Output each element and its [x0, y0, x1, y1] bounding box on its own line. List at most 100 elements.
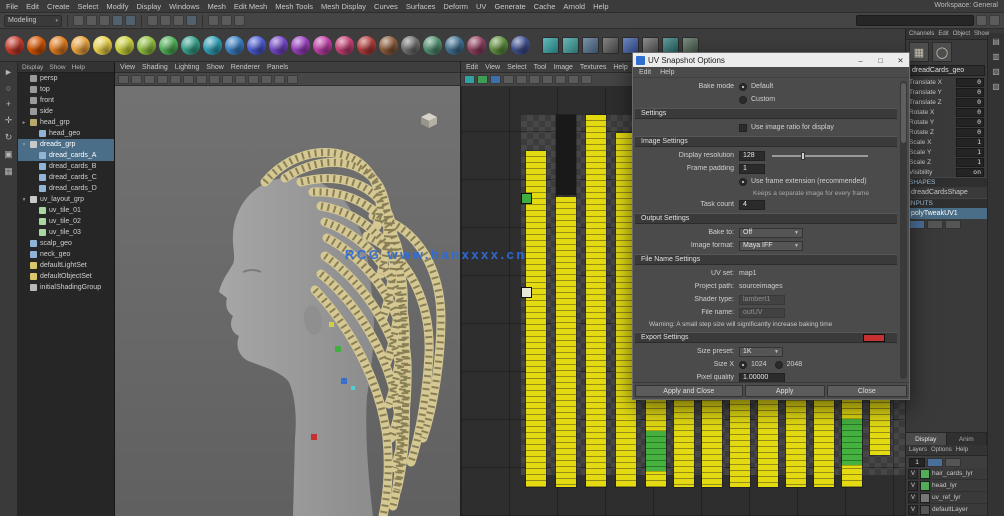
viewport-menu-item[interactable]: Show: [206, 64, 224, 71]
size-2048-radio[interactable]: [775, 361, 783, 369]
slider-handle[interactable]: [801, 152, 805, 160]
scrollbar-thumb[interactable]: [901, 83, 906, 143]
viewport-menu-item[interactable]: View: [120, 64, 135, 71]
shelf-sphere-icon[interactable]: [247, 36, 266, 55]
menu-item[interactable]: Create: [47, 2, 70, 11]
menu-item[interactable]: Windows: [169, 2, 199, 11]
outliner-menu-item[interactable]: Display: [22, 64, 43, 71]
task-field[interactable]: 4: [739, 200, 765, 210]
channel-row[interactable]: Visibility on: [906, 167, 987, 177]
shelf-sphere-icon[interactable]: [71, 36, 90, 55]
shelf-sphere-icon[interactable]: [27, 36, 46, 55]
channel-box-menu-item[interactable]: Channels: [909, 31, 934, 37]
shelf-sphere-icon[interactable]: [423, 36, 442, 55]
shelf-tool-icon[interactable]: [542, 37, 559, 54]
uv-shell-strip[interactable]: [556, 115, 576, 195]
outliner-item[interactable]: uv_tile_01: [18, 205, 114, 216]
channel-value[interactable]: 0: [956, 78, 984, 87]
size-1024-radio[interactable]: [739, 361, 747, 369]
layer-color-chip[interactable]: [920, 505, 930, 515]
outliner-item[interactable]: ▾ dreads_grp: [18, 139, 114, 150]
shelf-tool-icon[interactable]: [622, 37, 639, 54]
viewport-toolbar-icon[interactable]: [235, 75, 246, 84]
quick-selection-input[interactable]: [856, 15, 974, 26]
uv-toolbar-icon[interactable]: [542, 75, 553, 84]
viewport-toolbar-icon[interactable]: [248, 75, 259, 84]
outliner-item[interactable]: dread_cards_D: [18, 183, 114, 194]
shelf-sphere-icon[interactable]: [269, 36, 288, 55]
uv-menu-item[interactable]: Image: [553, 64, 572, 71]
uv-shell-strip[interactable]: [556, 197, 576, 487]
dialog-titlebar[interactable]: UV Snapshot Options – □ ✕: [633, 53, 909, 67]
shelf-tool-icon[interactable]: [642, 37, 659, 54]
ratio-checkbox[interactable]: [739, 124, 747, 132]
layer-weight-field[interactable]: 1: [909, 458, 925, 467]
scale-tool-icon[interactable]: ▣: [4, 149, 13, 160]
apply-close-button[interactable]: Apply and Close: [635, 385, 743, 397]
uv-grab-icon[interactable]: [464, 75, 475, 84]
outliner-item[interactable]: neck_geo: [18, 249, 114, 260]
radio-default[interactable]: [739, 83, 747, 91]
channel-value[interactable]: 1: [956, 138, 984, 147]
outliner-item[interactable]: initialShadingGroup: [18, 282, 114, 293]
shelf-tool-icon[interactable]: [602, 37, 619, 54]
channel-row[interactable]: Rotate X 0: [906, 107, 987, 117]
uv-sew-icon[interactable]: [490, 75, 501, 84]
outliner-menu-item[interactable]: Show: [49, 64, 65, 71]
outliner-item[interactable]: side: [18, 106, 114, 117]
uv-menu-item[interactable]: Help: [613, 64, 627, 71]
shelf-tool-icon[interactable]: [662, 37, 679, 54]
channel-row[interactable]: Scale Y 1: [906, 147, 987, 157]
menu-item[interactable]: Arnold: [563, 2, 585, 11]
outliner-item[interactable]: head_geo: [18, 128, 114, 139]
outliner-item[interactable]: ▸ head_grp: [18, 117, 114, 128]
uv-menu-item[interactable]: Textures: [580, 64, 606, 71]
outliner-item[interactable]: ▾ uv_layout_grp: [18, 194, 114, 205]
close-action-button[interactable]: Close: [827, 385, 907, 397]
shelf-tool-icon[interactable]: [562, 37, 579, 54]
layer-color-chip[interactable]: [920, 469, 930, 479]
snap-plane-icon[interactable]: [186, 15, 197, 26]
menu-item[interactable]: Deform: [443, 2, 468, 11]
tab-display[interactable]: Display: [906, 433, 947, 445]
shelf-sphere-icon[interactable]: [49, 36, 68, 55]
menu-item[interactable]: File: [6, 2, 18, 11]
viewport-toolbar-icon[interactable]: [131, 75, 142, 84]
channel-row[interactable]: Translate Y 0: [906, 87, 987, 97]
shelf-sphere-icon[interactable]: [203, 36, 222, 55]
uv-menu-item[interactable]: Select: [507, 64, 526, 71]
channel-value[interactable]: 0: [956, 98, 984, 107]
uv-selection-marker-green[interactable]: [521, 193, 532, 204]
menu-item[interactable]: Modify: [106, 2, 128, 11]
dialog-menu-item[interactable]: Help: [660, 69, 674, 76]
maximize-button[interactable]: □: [872, 53, 889, 67]
viewport-toolbar-icon[interactable]: [170, 75, 181, 84]
render-icon[interactable]: [208, 15, 219, 26]
menu-item[interactable]: Select: [78, 2, 99, 11]
layer-visibility-toggle[interactable]: V: [908, 493, 918, 503]
menu-item[interactable]: Cache: [534, 2, 556, 11]
viewport-toolbar-icon[interactable]: [261, 75, 272, 84]
viewport-menu-item[interactable]: Renderer: [231, 64, 260, 71]
uv-move-icon[interactable]: [477, 75, 488, 84]
breakdown-button[interactable]: [927, 220, 943, 229]
sphere-node-icon[interactable]: ◯: [932, 42, 952, 62]
menu-item[interactable]: Edit Mesh: [234, 2, 267, 11]
outliner-item[interactable]: scalp_geo: [18, 238, 114, 249]
outliner-item[interactable]: front: [18, 95, 114, 106]
tool-settings-icon[interactable]: ▧: [992, 67, 1000, 76]
uv-toolbar-icon[interactable]: [568, 75, 579, 84]
viewport-toolbar-icon[interactable]: [222, 75, 233, 84]
outliner-menu-item[interactable]: Help: [72, 64, 85, 71]
display-res-field[interactable]: 128: [739, 151, 765, 161]
menu-item[interactable]: Edit: [26, 2, 39, 11]
viewport-canvas[interactable]: [115, 86, 460, 516]
shelf-sphere-icon[interactable]: [467, 36, 486, 55]
uv-menu-item[interactable]: View: [485, 64, 500, 71]
move-tool-icon[interactable]: ✛: [5, 115, 13, 126]
layer-menu-item[interactable]: Help: [956, 447, 968, 453]
viewport-panel[interactable]: ViewShadingLightingShowRendererPanels: [115, 62, 460, 516]
layer-visibility-toggle[interactable]: V: [908, 505, 918, 515]
outliner-item[interactable]: defaultLightSet: [18, 260, 114, 271]
shelf-sphere-icon[interactable]: [313, 36, 332, 55]
